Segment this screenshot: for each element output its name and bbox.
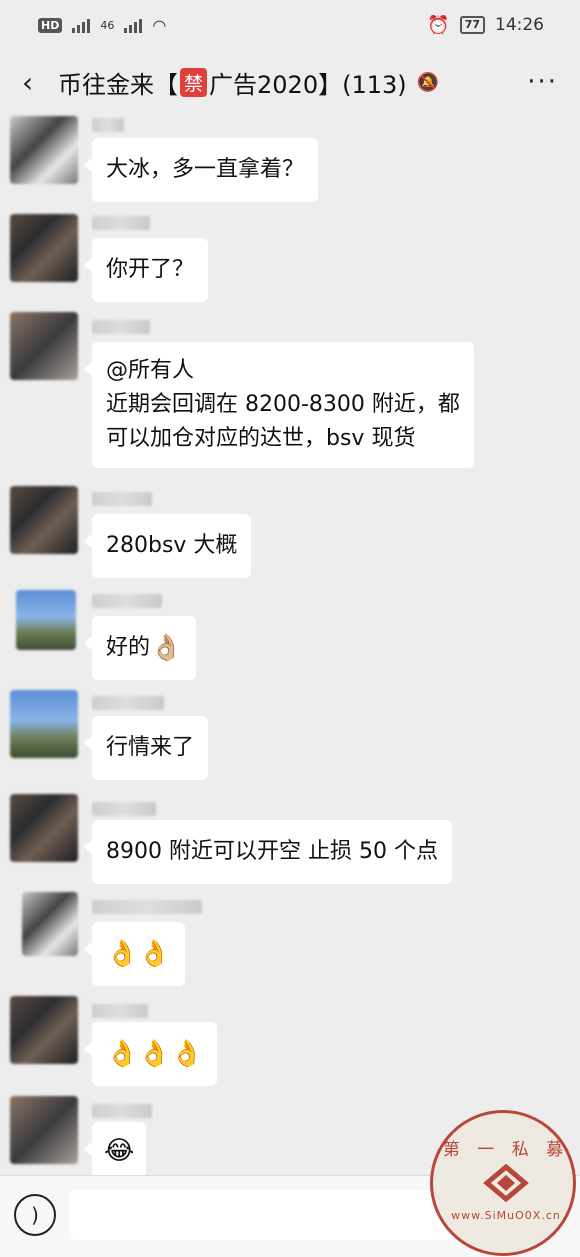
watermark-text: 第 一 私 募	[442, 1140, 570, 1160]
chat-title-suffix: 广告2020】(113)	[209, 70, 407, 99]
hd-icon: HD	[38, 17, 63, 33]
avatar[interactable]	[16, 590, 76, 650]
watermark-url: www.SiMuO0X.cn	[451, 1209, 561, 1222]
ok-hand-icon: 👌👌👌	[106, 1039, 204, 1069]
signal-icon	[72, 17, 91, 33]
mute-icon: 🔕	[416, 71, 440, 93]
laughing-tears-icon: 😂	[104, 1136, 135, 1166]
chat-title-prefix: 币往金来【	[58, 70, 178, 99]
avatar[interactable]	[10, 116, 78, 184]
watermark-seal: 第 一 私 募 www.SiMuO0X.cn	[430, 1110, 576, 1256]
sender-name	[92, 216, 150, 230]
more-icon[interactable]: ···	[527, 67, 558, 97]
message-bubble[interactable]: @所有人 近期会回调在 8200-8300 附近，都 可以加仓对应的达世，bsv…	[84, 342, 474, 468]
message-bubble[interactable]: 好的👌🏼	[83, 616, 197, 680]
back-icon[interactable]: ‹	[22, 66, 58, 99]
message-input[interactable]	[70, 1190, 490, 1240]
clock: 14:26	[495, 15, 544, 35]
sender-name	[92, 802, 156, 816]
sender-name	[92, 1104, 152, 1118]
sender-name	[92, 594, 162, 608]
message-bubble[interactable]: 😂	[83, 1122, 147, 1180]
avatar[interactable]	[10, 1096, 78, 1164]
avatar[interactable]	[10, 794, 78, 862]
avatar[interactable]	[22, 892, 78, 956]
message-bubble[interactable]: 行情来了	[83, 716, 209, 780]
message-bubble[interactable]: 大冰，多一直拿着？	[83, 138, 319, 202]
battery-icon: 77	[459, 16, 485, 34]
watermark-logo-icon	[483, 1163, 529, 1203]
message-text: 好的	[106, 635, 151, 660]
avatar[interactable]	[10, 486, 78, 554]
voice-icon[interactable]: )	[14, 1194, 56, 1236]
sender-name	[92, 320, 150, 334]
sender-name	[92, 118, 124, 132]
message-bubble[interactable]: 280bsv 大概	[83, 514, 252, 578]
message-bubble[interactable]: 👌👌	[84, 922, 185, 986]
avatar[interactable]	[10, 312, 78, 380]
avatar[interactable]	[10, 996, 78, 1064]
sender-name	[92, 900, 202, 914]
mention-line: @所有人	[106, 358, 195, 383]
message-bubble[interactable]: 你开了？	[83, 238, 209, 302]
avatar[interactable]	[10, 690, 78, 758]
chat-title: 币往金来【 禁 广告2020】(113)	[58, 65, 407, 100]
ok-hand-icon: 👌👌	[106, 939, 171, 969]
message-bubble[interactable]: 8900 附近可以开空 止损 50 个点	[84, 820, 452, 884]
ban-tag: 禁	[180, 67, 208, 97]
chat-header: ‹ 币往金来【 禁 广告2020】(113) 🔕 ···	[0, 52, 580, 112]
message-bubble[interactable]: 👌👌👌	[83, 1022, 218, 1086]
alarm-icon: ⏰	[427, 14, 450, 36]
sender-name	[92, 492, 152, 506]
sender-name	[92, 696, 164, 710]
avatar[interactable]	[10, 214, 78, 282]
wifi-icon: ◠	[152, 15, 167, 35]
status-bar: HD 46 ◠ ⏰ 77 14:26	[0, 0, 580, 50]
message-line: 近期会回调在 8200-8300 附近，都	[106, 392, 460, 417]
sender-name	[92, 1004, 148, 1018]
message-line: 可以加仓对应的达世，bsv 现货	[106, 426, 416, 451]
signal-icon-2	[124, 17, 143, 33]
signal-label: 46	[100, 18, 115, 32]
ok-hand-icon: 👌🏼	[150, 633, 183, 663]
